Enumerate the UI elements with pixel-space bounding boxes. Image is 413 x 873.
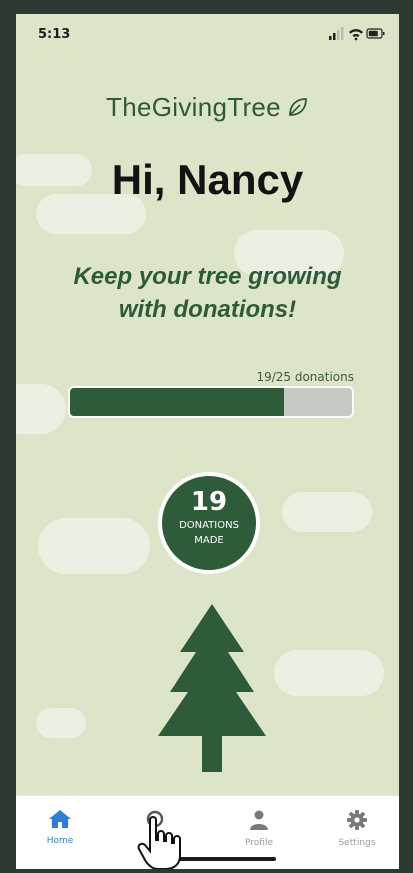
battery-icon xyxy=(366,28,385,39)
signal-icon xyxy=(329,27,344,40)
cloud xyxy=(16,384,66,434)
tab-profile[interactable]: Profile xyxy=(224,810,294,848)
app-brand: TheGivingTree xyxy=(16,92,399,125)
wifi-icon xyxy=(349,29,363,41)
cloud xyxy=(36,708,86,738)
tab-label: Settings xyxy=(338,838,376,848)
status-icons xyxy=(329,27,385,41)
tagline-line-1: Keep your tree growing xyxy=(73,263,342,290)
hand-pointer-icon xyxy=(137,816,181,869)
progress-fill xyxy=(70,388,285,416)
tab-settings[interactable]: Settings xyxy=(322,810,392,848)
progress-label: 19/25 donations xyxy=(256,370,354,384)
home-icon xyxy=(49,810,71,828)
tab-label: Home xyxy=(46,836,74,846)
donations-count: 19 xyxy=(190,487,228,517)
cloud xyxy=(38,518,150,574)
donation-progress-bar xyxy=(68,386,354,418)
tab-label: Profile xyxy=(245,838,273,848)
tagline: Keep your tree growing with donations! xyxy=(36,260,379,326)
tab-bar: Home Br Profile Settings xyxy=(16,795,399,869)
tab-home[interactable]: Home xyxy=(25,810,95,846)
donations-count-badge: 19 DONATIONS MADE xyxy=(158,472,260,574)
cloud xyxy=(282,492,372,532)
gear-icon xyxy=(347,810,367,830)
profile-icon xyxy=(250,810,268,830)
donations-caption-line-1: DONATIONS xyxy=(179,520,239,531)
status-time: 5:13 xyxy=(38,27,71,42)
status-bar: 5:13 xyxy=(16,14,399,54)
tree-icon xyxy=(158,604,266,772)
cloud xyxy=(274,650,384,696)
brand-name: TheGivingTree xyxy=(106,92,281,122)
phone-screen: 5:13 TheGivingTree Hi, Nancy Keep your t… xyxy=(16,14,399,869)
leaf-icon xyxy=(287,94,309,125)
donations-caption-line-2: MADE xyxy=(194,535,224,546)
greeting-title: Hi, Nancy xyxy=(111,156,304,203)
tagline-line-2: with donations! xyxy=(118,296,297,323)
